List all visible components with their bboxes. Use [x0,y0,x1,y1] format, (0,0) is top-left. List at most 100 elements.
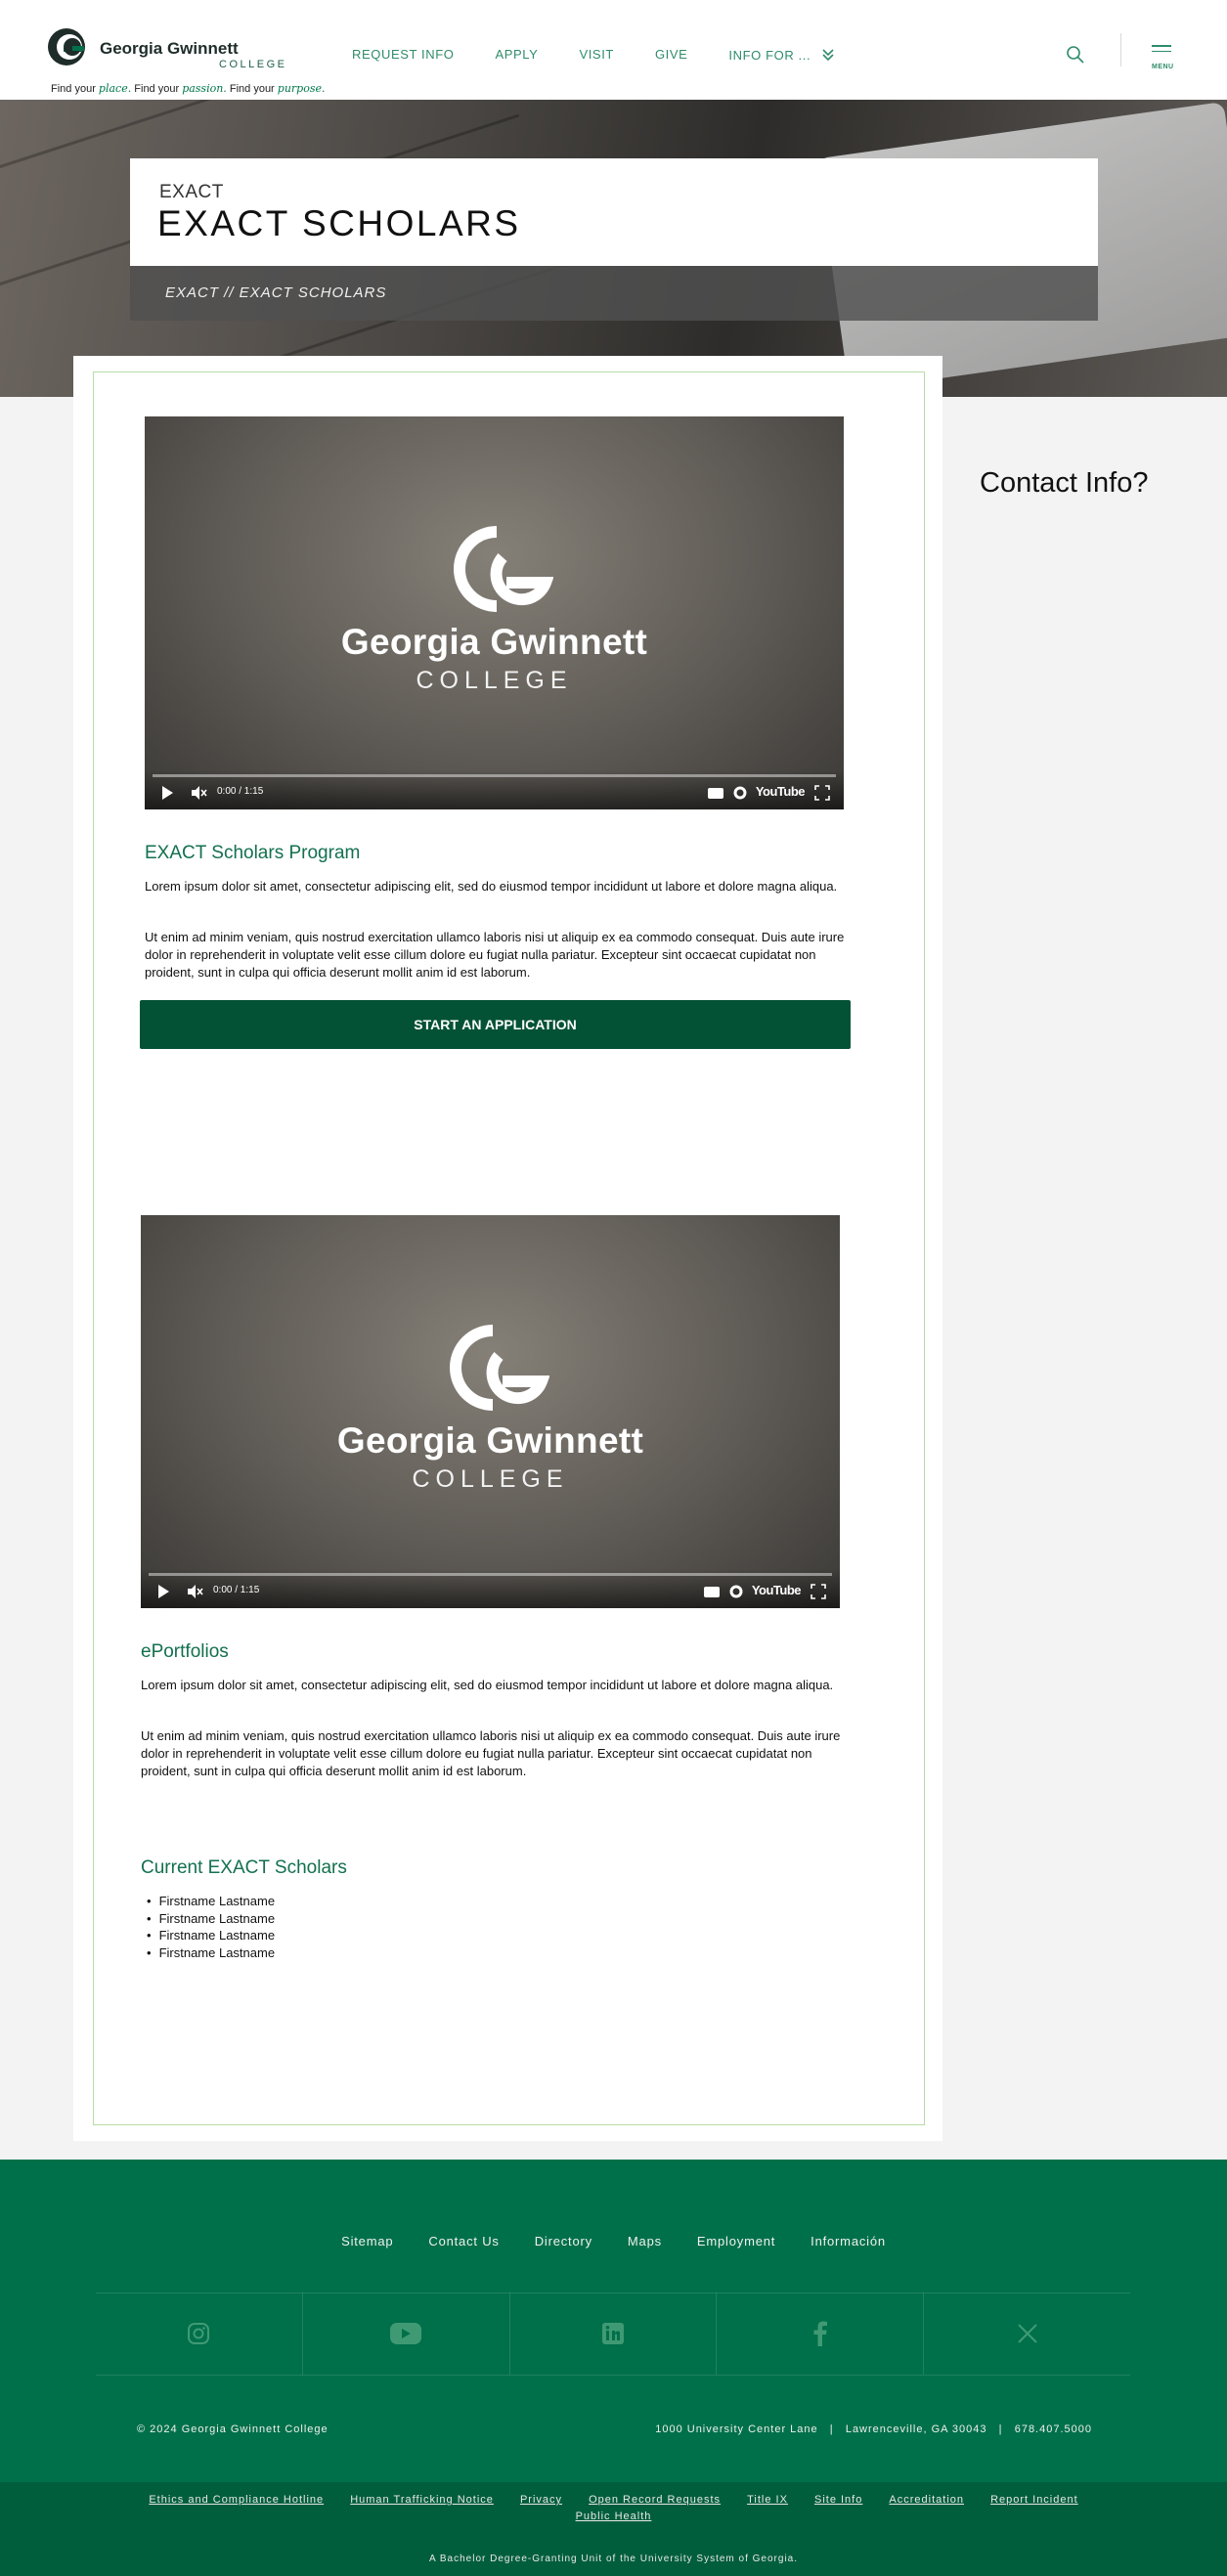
address: 1000 University Center Lane | Lawrencevi… [655,2423,1092,2435]
play-icon[interactable] [156,1583,170,1600]
section-title-current-scholars: Current EXACT Scholars [141,1857,347,1878]
site-header: Georgia Gwinnett COLLEGE Find your place… [0,0,1227,100]
legal-links: Ethics and Compliance Hotline Human Traf… [117,2492,1110,2525]
section-title-program: EXACT Scholars Program [145,843,361,863]
nav-request-info[interactable]: REQUEST INFO [352,47,454,63]
breadcrumb-text[interactable]: EXACT // EXACT SCHOLARS [165,284,386,301]
list-item: Firstname Lastname [147,1944,276,1962]
footer-link-sitemap[interactable]: Sitemap [341,2234,393,2249]
legal-link-report-incident[interactable]: Report Incident [990,2494,1078,2506]
program-paragraph-2: Ut enim ad minim veniam, quis nostrud ex… [145,930,845,980]
social-youtube[interactable] [303,2292,510,2375]
social-x[interactable] [924,2292,1130,2375]
social-linkedin[interactable] [510,2292,718,2375]
mute-icon[interactable] [186,1583,203,1600]
legal-link-ethics[interactable]: Ethics and Compliance Hotline [149,2494,324,2506]
social-facebook[interactable] [717,2292,925,2375]
hero-banner: EXACT EXACT SCHOLARS EXACT // EXACT SCHO… [0,100,1227,397]
video-logo [141,1321,840,1419]
menu-label: MENU [1152,64,1174,70]
legal-link-site-info[interactable]: Site Info [814,2494,862,2506]
settings-gear-icon[interactable] [728,1583,744,1600]
logo-name: Georgia Gwinnett [100,39,239,58]
hamburger-icon [1152,50,1171,52]
video-progress-bar[interactable] [153,774,836,777]
ggc-logo-icon [48,28,85,65]
section-title-eportfolios: ePortfolios [141,1641,229,1662]
nav-apply[interactable]: APPLY [495,47,538,63]
tagline: Find your place. Find your passion. Find… [51,82,325,95]
main-nav: REQUEST INFO APPLY VISIT GIVE INFO FOR .… [352,47,877,63]
youtube-logo[interactable]: YouTube [752,1583,802,1597]
footer-link-employment[interactable]: Employment [697,2234,775,2249]
tagline-text: Find your [131,83,183,95]
hamburger-icon [1152,45,1171,47]
video-time: 0:00 / 1:15 [213,1585,260,1595]
video-controls: 0:00 / 1:15 YouTube [145,770,844,809]
program-paragraph-1: Lorem ipsum dolor sit amet, consectetur … [145,879,838,894]
page-title-card: EXACT EXACT SCHOLARS [130,158,1098,266]
instagram-icon [188,2323,210,2344]
tagline-place: place. [98,82,132,95]
play-icon[interactable] [160,784,174,802]
captions-icon[interactable] [707,784,724,802]
legal-link-open-records[interactable]: Open Record Requests [589,2494,721,2506]
legal-link-privacy[interactable]: Privacy [520,2494,562,2506]
legal-link-trafficking[interactable]: Human Trafficking Notice [350,2494,494,2506]
facebook-icon [813,2321,827,2346]
footer-divider [96,2375,1130,2376]
legal-link-title-ix[interactable]: Title IX [747,2494,788,2506]
tagline-text: Find your [226,83,278,95]
logo-sub: COLLEGE [219,59,287,70]
contact-info-heading: Contact Info? [980,467,1149,499]
list-item: Firstname Lastname [147,1910,276,1928]
social-instagram[interactable] [96,2292,303,2375]
nav-give[interactable]: GIVE [655,47,687,63]
video-brand: Georgia Gwinnett [340,622,648,662]
nav-info-for-label: INFO FOR ... [728,47,811,63]
mute-icon[interactable] [190,784,207,802]
social-links [96,2292,1130,2375]
copyright: © 2024 Georgia Gwinnett College [137,2423,329,2435]
video-player[interactable]: Georgia Gwinnett COLLEGE 0:00 / 1:15 You… [141,1215,840,1608]
footer-link-directory[interactable]: Directory [535,2234,592,2249]
youtube-logo[interactable]: YouTube [756,784,806,799]
video-time: 0:00 / 1:15 [217,786,264,797]
site-footer: Sitemap Contact Us Directory Maps Employ… [0,2160,1227,2482]
start-application-button[interactable]: START AN APPLICATION [140,1000,851,1049]
tagline-passion: passion. [182,82,227,95]
footer-links: Sitemap Contact Us Directory Maps Employ… [0,2234,1227,2249]
scholars-list: Firstname Lastname Firstname Lastname Fi… [147,1893,276,1962]
list-item: Firstname Lastname [147,1927,276,1944]
fullscreen-icon[interactable] [814,784,830,802]
nav-info-for[interactable]: INFO FOR ... [728,47,836,63]
menu-button[interactable]: MENU [1152,45,1175,70]
video-college: COLLEGE [416,667,573,694]
footer-link-informacion[interactable]: Información [811,2234,886,2249]
captions-icon[interactable] [703,1583,721,1600]
page-eyebrow: EXACT [159,182,224,202]
legal-bar: Ethics and Compliance Hotline Human Traf… [0,2482,1227,2576]
tagline-purpose: purpose. [277,82,326,95]
chevron-double-down-icon [822,49,834,62]
usg-statement: A Bachelor Degree-Granting Unit of the U… [428,2554,799,2564]
video-logo [145,522,844,621]
legal-link-accreditation[interactable]: Accreditation [889,2494,964,2506]
tagline-text: Find your [51,83,99,95]
fullscreen-icon[interactable] [811,1583,826,1600]
footer-link-contact[interactable]: Contact Us [428,2234,499,2249]
video-progress-bar[interactable] [149,1573,832,1576]
nav-visit[interactable]: VISIT [579,47,614,63]
video-college: COLLEGE [412,1465,569,1493]
linkedin-icon [601,2323,624,2344]
video-controls: 0:00 / 1:15 YouTube [141,1569,840,1608]
x-icon [1017,2324,1037,2343]
settings-gear-icon[interactable] [732,784,748,802]
legal-link-public-health[interactable]: Public Health [576,2511,652,2522]
video-player[interactable]: Georgia Gwinnett COLLEGE 0:00 / 1:15 You… [145,416,844,809]
college-logo[interactable]: Georgia Gwinnett COLLEGE [47,27,285,72]
footer-link-maps[interactable]: Maps [628,2234,662,2249]
eportfolios-paragraph-1: Lorem ipsum dolor sit amet, consectetur … [141,1678,834,1692]
page-title: EXACT SCHOLARS [157,203,521,243]
search-icon[interactable] [1066,45,1085,65]
